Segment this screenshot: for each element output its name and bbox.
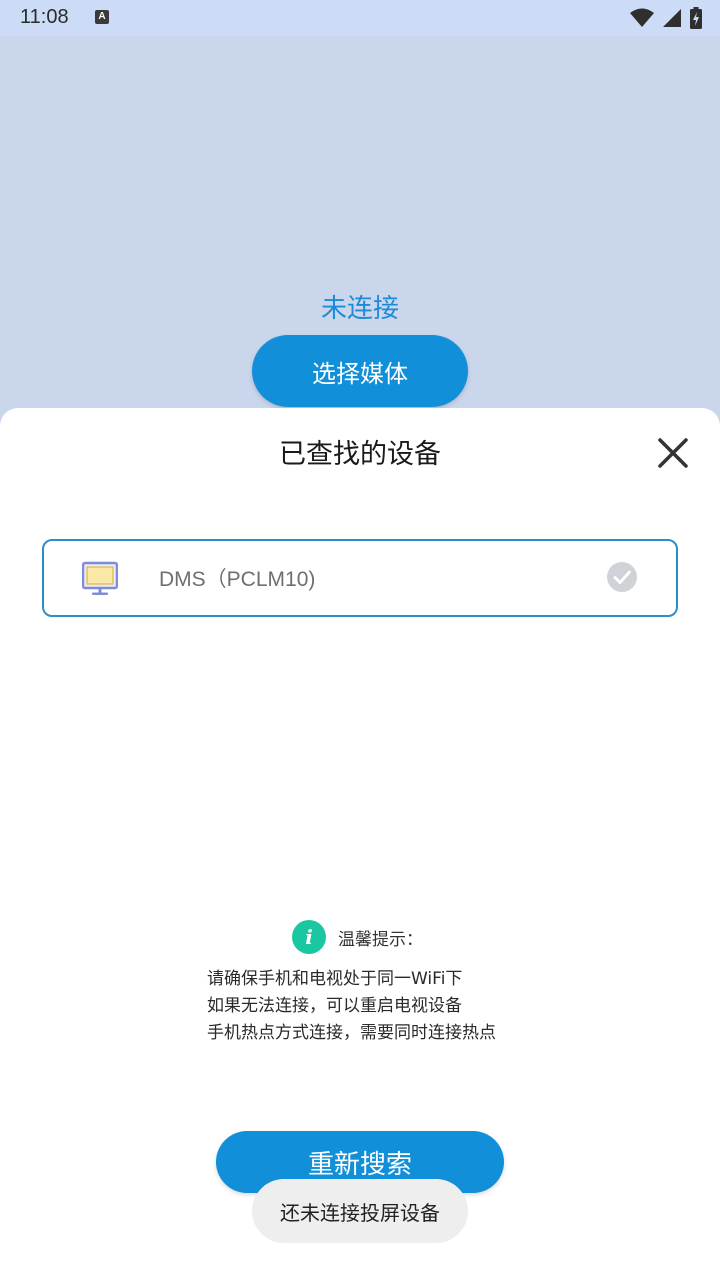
status-bar: 11:08 A	[0, 0, 720, 36]
device-name: DMS（PCLM10)	[159, 568, 316, 591]
device-item[interactable]: DMS（PCLM10)	[42, 539, 678, 617]
close-icon[interactable]	[650, 430, 696, 476]
tip-lines: 请确保手机和电视处于同一WiFi下 如果无法连接，可以重启电视设备 手机热点方式…	[207, 966, 496, 1047]
wifi-icon	[630, 8, 654, 27]
status-icons	[630, 6, 702, 30]
connection-status: 未连接	[320, 294, 399, 324]
tip-line: 如果无法连接，可以重启电视设备	[207, 996, 462, 1016]
tip-line: 手机热点方式连接，需要同时连接热点	[207, 1023, 496, 1043]
tip-header: i 温馨提示：	[292, 920, 423, 954]
status-time: 11:08	[20, 6, 69, 28]
check-circle-icon	[607, 562, 637, 592]
signal-icon	[663, 9, 681, 27]
toast-message: 还未连接投屏设备	[252, 1179, 468, 1243]
sheet-title: 已查找的设备	[279, 439, 441, 470]
notification-a-icon: A	[95, 10, 109, 24]
monitor-icon	[82, 561, 118, 595]
screen: 11:08 A 未连接 选择媒体 已查找的设备 DMS（PCLM10) i 温馨…	[0, 0, 720, 1280]
device-sheet: 已查找的设备 DMS（PCLM10) i 温馨提示： 请确保手机和电视处于同一W…	[0, 408, 720, 1280]
info-icon: i	[292, 920, 326, 954]
tip-title: 温馨提示：	[338, 929, 423, 950]
choose-media-button[interactable]: 选择媒体	[252, 335, 468, 407]
battery-icon	[690, 7, 702, 29]
tip-line: 请确保手机和电视处于同一WiFi下	[207, 969, 463, 989]
